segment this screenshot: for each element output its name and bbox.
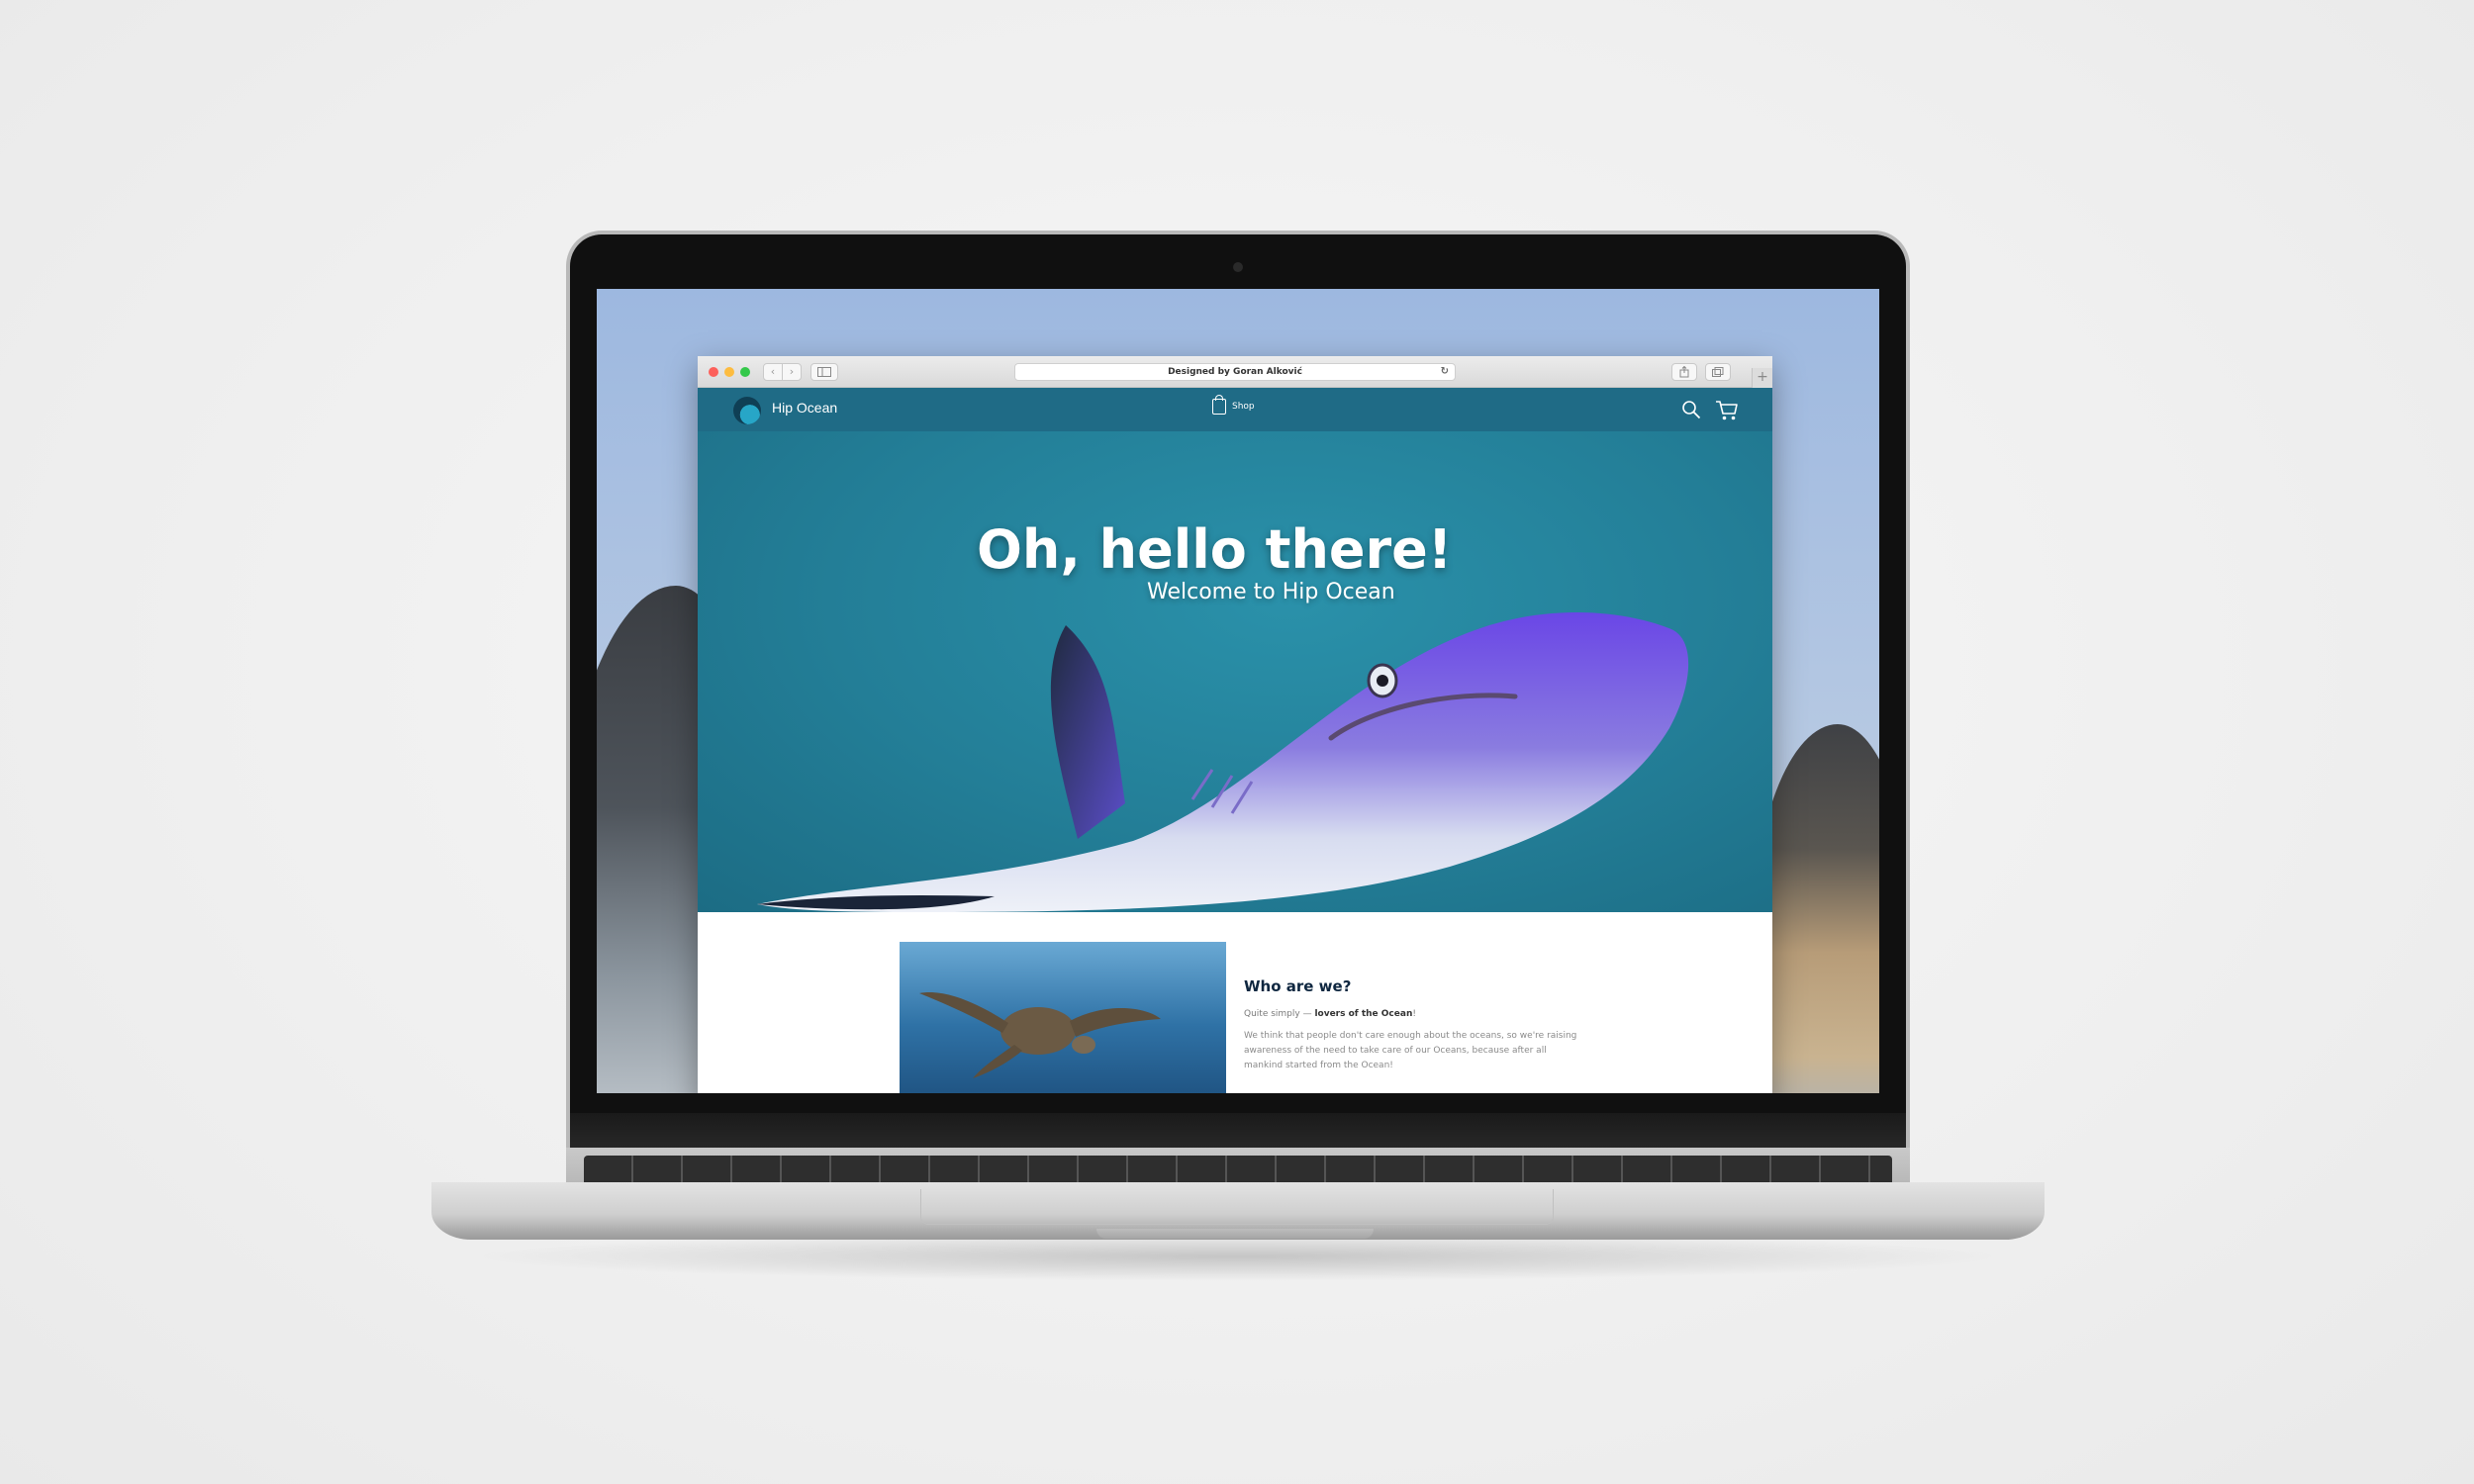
- about-intro: Quite simply — lovers of the Ocean!: [1244, 1009, 1416, 1019]
- address-bar[interactable]: Designed by Goran Alković ↻: [1014, 363, 1456, 381]
- hero-section: Oh, hello there! Welcome to Hip Ocean: [698, 431, 1772, 912]
- reload-icon[interactable]: ↻: [1441, 364, 1449, 380]
- back-button[interactable]: ‹: [763, 363, 783, 381]
- tabs-overview-button[interactable]: [1705, 363, 1731, 381]
- zoom-window-button[interactable]: [740, 367, 750, 377]
- minimize-window-button[interactable]: [724, 367, 734, 377]
- forward-button[interactable]: ›: [782, 363, 802, 381]
- about-section: Who are we? Quite simply — lovers of the…: [698, 912, 1772, 1093]
- nav-shop-label: Shop: [1232, 402, 1255, 412]
- trackpad: [920, 1189, 1554, 1225]
- shopping-bag-icon: [1212, 395, 1226, 415]
- cart-icon[interactable]: [1715, 400, 1739, 421]
- sidebar-toggle-button[interactable]: [810, 363, 838, 381]
- share-button[interactable]: [1671, 363, 1697, 381]
- browser-window: ‹ › Designed by Goran Alković ↻ + Hip Oc…: [698, 356, 1772, 1093]
- sea-turtle-illustration: [919, 992, 1161, 1078]
- close-window-button[interactable]: [709, 367, 718, 377]
- sidebar-icon: [817, 367, 831, 377]
- about-title: Who are we?: [1244, 977, 1352, 995]
- hero-title: Oh, hello there!: [977, 518, 1453, 581]
- laptop-opening-notch: [1096, 1229, 1374, 1239]
- sea-turtle-image: [900, 942, 1226, 1093]
- hero-subtitle: Welcome to Hip Ocean: [1147, 580, 1395, 604]
- about-paragraph: We think that people don't care enough a…: [1244, 1031, 1577, 1070]
- hip-ocean-logo-icon[interactable]: [733, 397, 761, 424]
- shark-image: [757, 612, 1689, 912]
- browser-titlebar: ‹ › Designed by Goran Alković ↻ +: [698, 356, 1772, 388]
- search-icon[interactable]: [1681, 400, 1701, 419]
- nav-shop-link[interactable]: Shop: [1212, 395, 1255, 415]
- tabs-icon: [1712, 367, 1724, 377]
- laptop-screen: ‹ › Designed by Goran Alković ↻ + Hip Oc…: [597, 289, 1879, 1093]
- share-icon: [1679, 365, 1689, 378]
- site-header: Hip Ocean Shop: [698, 388, 1772, 431]
- new-tab-button[interactable]: +: [1752, 368, 1772, 388]
- webcam: [1233, 262, 1243, 272]
- address-text: Designed by Goran Alković: [1168, 367, 1302, 377]
- brand-name[interactable]: Hip Ocean: [772, 400, 837, 416]
